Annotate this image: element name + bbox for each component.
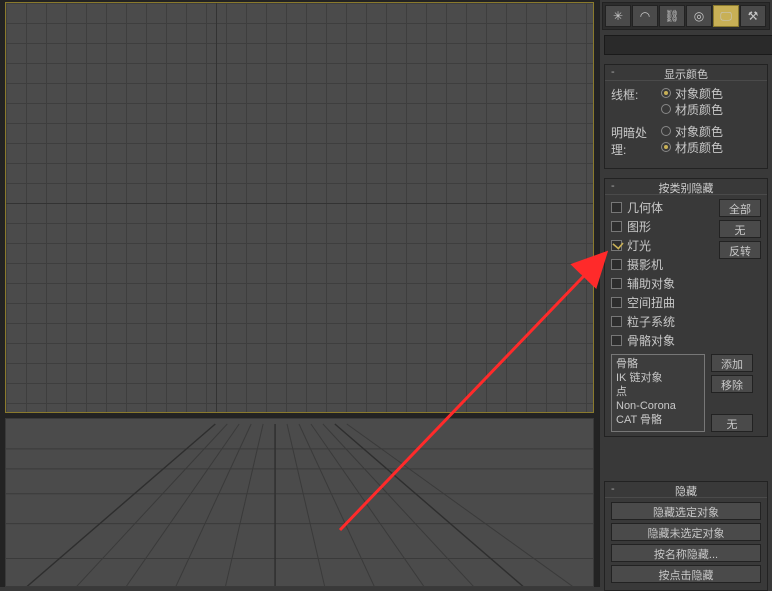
checkbox-geometry[interactable]: 几何体 [611, 199, 715, 215]
grid-axis-vertical [216, 3, 217, 412]
radio-shaded-material-color[interactable]: 材质颜色 [661, 139, 761, 155]
perspective-grid [6, 419, 593, 587]
label-wireframe: 线框: [611, 85, 661, 103]
radio-wireframe-object-color[interactable]: 对象颜色 [661, 85, 761, 101]
tab-hierarchy[interactable]: ⛓ [659, 5, 685, 27]
viewport-grid [6, 3, 593, 412]
radio-shaded-object-color[interactable]: 对象颜色 [661, 123, 761, 139]
viewports-area [0, 0, 599, 587]
checkbox-helpers[interactable]: 辅助对象 [611, 275, 715, 291]
checkbox-bone_obj[interactable]: 骨骼对象 [611, 332, 715, 348]
checkbox-icon [611, 221, 622, 232]
tab-utilities[interactable]: ⚒ [740, 5, 766, 27]
checkbox-label: 空间扭曲 [627, 294, 675, 311]
button-all[interactable]: 全部 [719, 199, 761, 217]
tab-modify[interactable]: ◠ [632, 5, 658, 27]
radio-dot-icon [661, 104, 671, 114]
rollout-display-color: - 显示颜色 线框: 对象颜色 材质颜色 明暗处理: [604, 64, 768, 169]
rollout-hide: - 隐藏 隐藏选定对象隐藏未选定对象按名称隐藏... 按点击隐藏 [604, 481, 768, 591]
checkbox-label: 骨骼对象 [627, 332, 675, 349]
checkbox-label: 粒子系统 [627, 313, 675, 330]
name-color-row [602, 33, 770, 59]
rollout-title-text: 显示颜色 [664, 69, 708, 81]
list-item[interactable]: Non-Corona [616, 399, 700, 413]
motion-icon: ◎ [694, 9, 704, 23]
checkbox-icon [611, 240, 622, 251]
radio-label: 材质颜色 [675, 101, 723, 118]
checkbox-icon [611, 259, 622, 270]
checkbox-cameras[interactable]: 摄影机 [611, 256, 715, 272]
collapse-icon: - [611, 66, 615, 78]
list-item[interactable]: CAT 骨骼 [616, 413, 700, 427]
rollout-title[interactable]: - 按类别隐藏 [605, 179, 767, 195]
checkbox-icon [611, 297, 622, 308]
hierarchy-icon: ⛓ [664, 9, 679, 23]
viewport-perspective[interactable] [5, 418, 594, 587]
rollout-title[interactable]: - 显示颜色 [605, 65, 767, 81]
list-item[interactable]: 点 [616, 385, 700, 399]
grid-axis-horizontal [6, 203, 593, 204]
list-item[interactable]: 骨骼 [616, 357, 700, 371]
collapse-icon: - [611, 180, 615, 192]
hide-button-0[interactable]: 隐藏选定对象 [611, 502, 761, 520]
button-invert[interactable]: 反转 [719, 241, 761, 259]
hide-button-2[interactable]: 按名称隐藏... [611, 544, 761, 562]
label-shaded: 明暗处理: [611, 123, 661, 158]
radio-dot-icon [661, 88, 671, 98]
checkbox-icon [611, 278, 622, 289]
hide-button-1[interactable]: 隐藏未选定对象 [611, 523, 761, 541]
radio-label: 材质颜色 [675, 139, 723, 156]
button-none[interactable]: 无 [719, 220, 761, 238]
hammer-icon: ⚒ [748, 9, 759, 23]
button-add[interactable]: 添加 [711, 354, 753, 372]
command-panel: ✳ ◠ ⛓ ◎ 🖵 ⚒ - 显示颜色 线框: 对象颜色 [599, 0, 772, 587]
radio-dot-icon [661, 126, 671, 136]
checkbox-icon [611, 316, 622, 327]
tab-create[interactable]: ✳ [605, 5, 631, 27]
hide-button-3[interactable]: 按点击隐藏 [611, 565, 761, 583]
checkbox-icon [611, 202, 622, 213]
rollout-title[interactable]: - 隐藏 [605, 482, 767, 498]
checkbox-label: 辅助对象 [627, 275, 675, 292]
collapse-icon: - [611, 483, 615, 495]
arc-icon: ◠ [640, 9, 650, 23]
checkbox-shapes[interactable]: 图形 [611, 218, 715, 234]
rollout-title-text: 隐藏 [675, 486, 697, 498]
sun-icon: ✳ [613, 9, 623, 23]
radio-wireframe-material-color[interactable]: 材质颜色 [661, 101, 761, 117]
checkbox-label: 图形 [627, 218, 651, 235]
button-remove[interactable]: 移除 [711, 375, 753, 393]
radio-label: 对象颜色 [675, 85, 723, 102]
panel-tab-row: ✳ ◠ ⛓ ◎ 🖵 ⚒ [602, 2, 770, 30]
monitor-icon: 🖵 [720, 9, 732, 24]
list-item[interactable]: IK 链对象 [616, 371, 700, 385]
category-check-column: 几何体图形灯光摄影机辅助对象空间扭曲粒子系统骨骼对象 [611, 199, 715, 348]
radio-dot-icon [661, 142, 671, 152]
category-listbox[interactable]: 骨骼IK 链对象点Non-CoronaCAT 骨骼 [611, 354, 705, 432]
checkbox-spacewarps[interactable]: 空间扭曲 [611, 294, 715, 310]
viewport-top[interactable] [5, 2, 594, 413]
button-list-none[interactable]: 无 [711, 414, 753, 432]
checkbox-label: 几何体 [627, 199, 663, 216]
rollout-hide-by-category: - 按类别隐藏 几何体图形灯光摄影机辅助对象空间扭曲粒子系统骨骼对象 全部 无 … [604, 178, 768, 437]
checkbox-label: 摄影机 [627, 256, 663, 273]
radio-label: 对象颜色 [675, 123, 723, 140]
rollout-title-text: 按类别隐藏 [659, 183, 714, 195]
object-name-field[interactable] [604, 35, 772, 55]
checkbox-label: 灯光 [627, 237, 651, 254]
checkbox-icon [611, 335, 622, 346]
tab-motion[interactable]: ◎ [686, 5, 712, 27]
tab-display[interactable]: 🖵 [713, 5, 739, 27]
checkbox-lights[interactable]: 灯光 [611, 237, 715, 253]
checkbox-particles[interactable]: 粒子系统 [611, 313, 715, 329]
